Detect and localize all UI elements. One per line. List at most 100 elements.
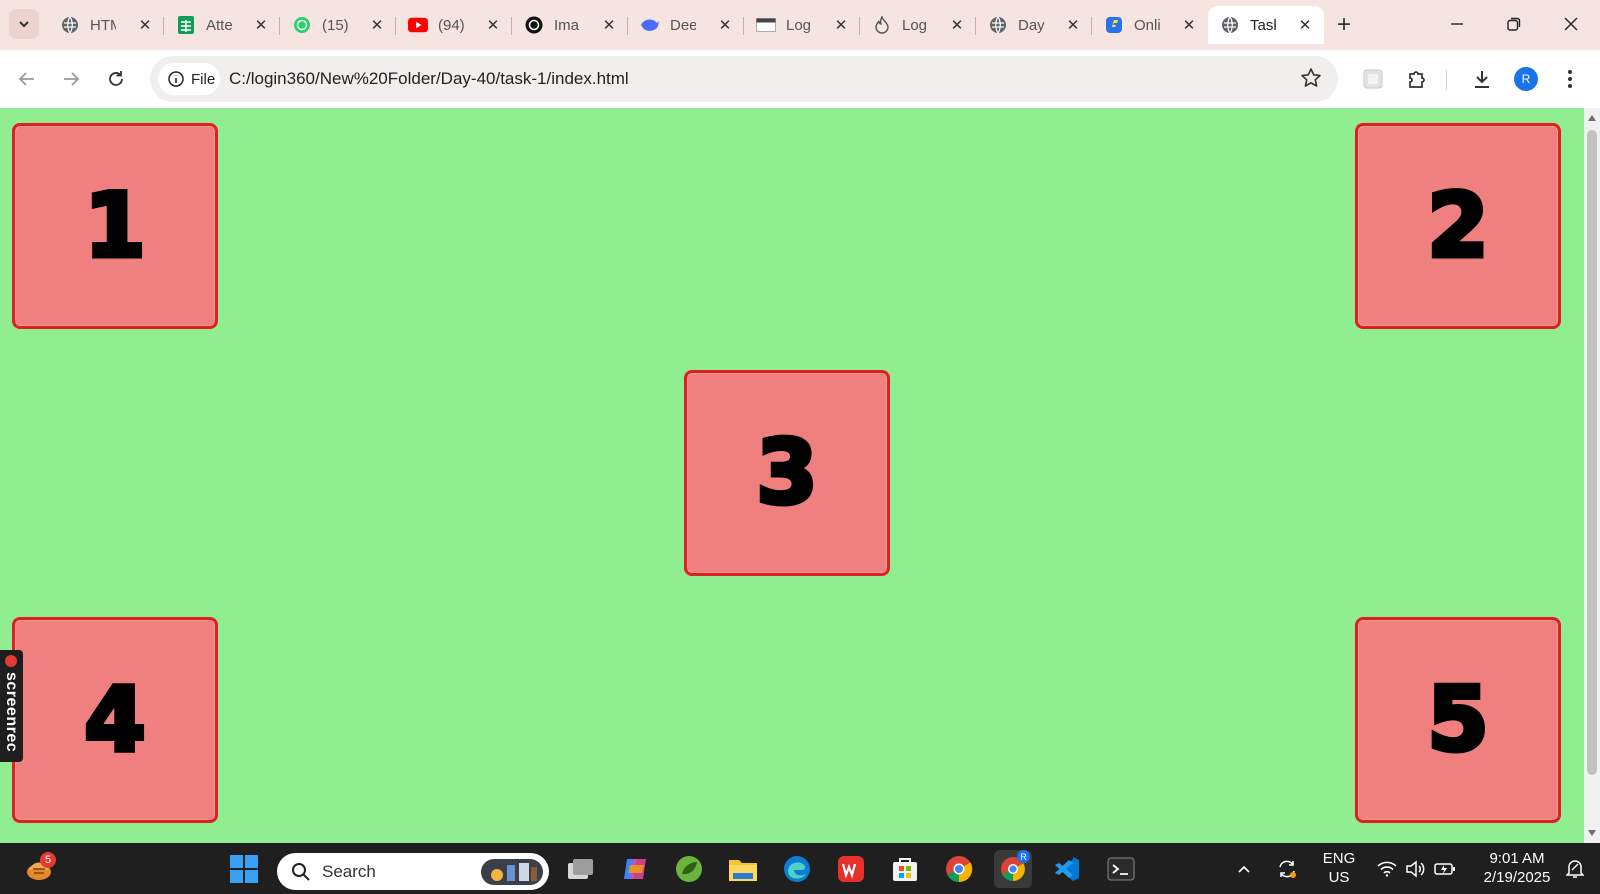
globe-icon bbox=[988, 15, 1008, 35]
start-button[interactable] bbox=[225, 850, 263, 888]
close-icon[interactable]: ✕ bbox=[948, 16, 966, 34]
wifi-tray-button[interactable] bbox=[1372, 850, 1402, 888]
tab[interactable]: Dee ✕ bbox=[628, 6, 744, 44]
arrow-left-icon bbox=[18, 72, 34, 86]
battery-tray-button[interactable] bbox=[1430, 850, 1460, 888]
tab[interactable]: Day ✕ bbox=[976, 6, 1092, 44]
back-button[interactable] bbox=[11, 63, 43, 95]
tab-title: Dee bbox=[670, 16, 696, 34]
close-icon[interactable]: ✕ bbox=[368, 16, 386, 34]
profile-button[interactable]: R bbox=[1510, 63, 1542, 95]
sheets-icon bbox=[176, 15, 196, 35]
minimize-button[interactable] bbox=[1432, 4, 1482, 44]
box-1: 1 bbox=[12, 123, 218, 329]
chrome-icon bbox=[946, 856, 973, 883]
scroll-up-arrow-icon[interactable] bbox=[1588, 115, 1596, 121]
tab[interactable]: HTM ✕ bbox=[48, 6, 164, 44]
tab-title: Day bbox=[1018, 16, 1044, 34]
vertical-scrollbar[interactable] bbox=[1584, 108, 1600, 843]
screenrec-overlay[interactable]: screenrec bbox=[0, 650, 23, 762]
page-viewport: 1 2 3 4 5 bbox=[0, 108, 1584, 843]
extensions-puzzle-icon[interactable] bbox=[1401, 63, 1433, 95]
tab-title: (94) bbox=[438, 16, 464, 34]
notifications-button[interactable] bbox=[1562, 850, 1588, 888]
copilot-icon bbox=[624, 859, 646, 879]
url-text[interactable]: C:/login360/New%20Folder/Day-40/task-1/i… bbox=[229, 69, 629, 89]
tab[interactable]: Log ✕ bbox=[744, 6, 860, 44]
notification-bell-icon bbox=[1566, 860, 1584, 878]
globe-icon bbox=[60, 15, 80, 35]
input-language-indicator[interactable]: ENG US bbox=[1318, 849, 1360, 887]
tab-title: Log bbox=[786, 16, 812, 34]
sync-tray-button[interactable] bbox=[1272, 850, 1302, 888]
site-info-chip[interactable]: File bbox=[158, 63, 220, 95]
spring-tool-app[interactable] bbox=[670, 850, 708, 888]
whatsapp-icon bbox=[292, 15, 312, 35]
close-icon[interactable]: ✕ bbox=[1180, 16, 1198, 34]
reload-button[interactable] bbox=[100, 63, 132, 95]
file-explorer-app[interactable] bbox=[724, 850, 762, 888]
screenrec-label: screenrec bbox=[3, 672, 20, 753]
restore-button[interactable] bbox=[1489, 4, 1539, 44]
battery-charging-icon bbox=[1434, 863, 1455, 875]
close-icon[interactable]: ✕ bbox=[1296, 16, 1314, 34]
scroll-down-arrow-icon[interactable] bbox=[1588, 830, 1596, 836]
info-icon bbox=[168, 71, 184, 87]
folder-icon bbox=[729, 860, 757, 881]
speaker-icon bbox=[1406, 860, 1425, 878]
edge-app[interactable] bbox=[778, 850, 816, 888]
volume-tray-button[interactable] bbox=[1400, 850, 1430, 888]
wifi-icon bbox=[1377, 861, 1397, 877]
wps-office-app[interactable] bbox=[832, 850, 870, 888]
store-icon bbox=[893, 858, 917, 881]
tab[interactable]: Ima ✕ bbox=[512, 6, 628, 44]
taskbar-search-box[interactable]: Search bbox=[277, 853, 549, 890]
plus-icon: + bbox=[1336, 11, 1351, 38]
page-icon bbox=[756, 15, 776, 35]
new-tab-button[interactable]: + bbox=[1330, 11, 1358, 39]
close-window-button[interactable] bbox=[1546, 4, 1596, 44]
address-bar[interactable]: File C:/login360/New%20Folder/Day-40/tas… bbox=[150, 56, 1338, 102]
close-icon[interactable]: ✕ bbox=[716, 16, 734, 34]
vscode-app[interactable] bbox=[1048, 850, 1086, 888]
tab-title: Onli bbox=[1134, 16, 1160, 34]
box-5: 5 bbox=[1355, 617, 1561, 823]
menu-kebab-icon[interactable] bbox=[1554, 63, 1586, 95]
leaf-app-icon bbox=[676, 856, 702, 882]
box-number: 5 bbox=[1425, 668, 1491, 771]
flame-icon bbox=[872, 15, 892, 35]
tab-search-button[interactable] bbox=[9, 9, 39, 39]
show-hidden-icons-button[interactable] bbox=[1232, 850, 1256, 888]
close-icon[interactable]: ✕ bbox=[252, 16, 270, 34]
forward-button[interactable] bbox=[55, 63, 87, 95]
close-icon[interactable]: ✕ bbox=[832, 16, 850, 34]
terminal-app[interactable] bbox=[1102, 850, 1140, 888]
search-highlight-illustration-icon bbox=[481, 859, 543, 885]
deepseek-icon bbox=[640, 15, 660, 35]
chrome-profile-app[interactable]: R bbox=[994, 850, 1032, 888]
scrollbar-thumb[interactable] bbox=[1587, 130, 1597, 775]
site-info-label: File bbox=[191, 70, 216, 88]
tab[interactable]: Log ✕ bbox=[860, 6, 976, 44]
tab[interactable]: (94) ✕ bbox=[396, 6, 512, 44]
tab-active[interactable]: Task ✕ bbox=[1208, 6, 1324, 44]
close-icon[interactable]: ✕ bbox=[484, 16, 502, 34]
chrome-app[interactable] bbox=[940, 850, 978, 888]
tab[interactable]: Atte ✕ bbox=[164, 6, 280, 44]
reload-icon bbox=[109, 71, 123, 86]
extension-icon[interactable] bbox=[1357, 63, 1389, 95]
windows-taskbar: Search R ENG US 9:01 AM 2/19/2025 bbox=[0, 843, 1600, 894]
chevron-up-icon bbox=[1238, 865, 1250, 873]
close-icon[interactable]: ✕ bbox=[600, 16, 618, 34]
clock-time: 9:01 AM bbox=[1489, 850, 1545, 867]
close-icon[interactable]: ✕ bbox=[136, 16, 154, 34]
close-icon[interactable]: ✕ bbox=[1064, 16, 1082, 34]
copilot-app[interactable] bbox=[616, 850, 654, 888]
tab[interactable]: (15) ✕ bbox=[280, 6, 396, 44]
task-view-button[interactable] bbox=[562, 850, 600, 888]
microsoft-store-app[interactable] bbox=[886, 850, 924, 888]
tab[interactable]: Onli ✕ bbox=[1092, 6, 1208, 44]
clock[interactable]: 9:01 AM 2/19/2025 bbox=[1474, 849, 1560, 887]
download-icon[interactable] bbox=[1466, 63, 1498, 95]
bookmark-star-icon[interactable] bbox=[1300, 67, 1324, 91]
